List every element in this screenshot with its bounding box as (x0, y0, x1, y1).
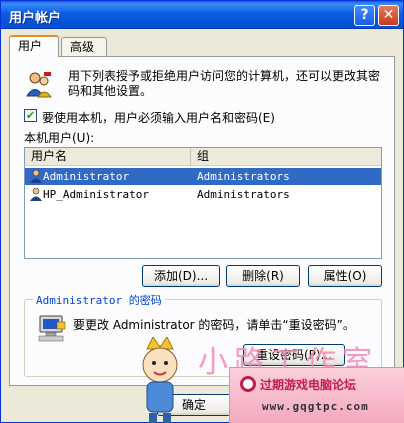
row-group: Administrators (197, 170, 290, 183)
list-header: 用户名 组 (25, 148, 381, 166)
row-group: Administrators (197, 188, 290, 201)
remove-user-button[interactable]: 删除(R) (226, 265, 300, 287)
tab-advanced[interactable]: 高级 (61, 37, 107, 57)
watermark-url: www.gqgtpc.com (262, 400, 369, 413)
computer-icon (38, 315, 66, 342)
users-list-label: 本机用户(U): (24, 131, 95, 145)
table-row[interactable]: Administrator Administrators (25, 168, 381, 185)
close-icon[interactable]: ✕ (378, 5, 399, 26)
user-icon (30, 187, 42, 201)
password-instruction: 要更改 Administrator 的密码，请单击“重设密码”。 (73, 318, 355, 332)
properties-button[interactable]: 属性(O) (308, 265, 382, 287)
intro-text: 用下列表授予或拒绝用户访问您的计算机，还可以更改其密码和其他设置。 (68, 69, 381, 98)
users-listview[interactable]: 用户名 组 Administrator Administrators HP_Ad… (24, 147, 382, 259)
column-header-group[interactable]: 组 (191, 148, 381, 166)
watermark-banner: 过期游戏电脑论坛 www.gqgtpc.com (229, 367, 404, 423)
tab-users[interactable]: 用户 (9, 35, 59, 57)
window-title: 用户帐户 (9, 11, 62, 26)
table-row[interactable]: HP_Administrator Administrators (25, 186, 381, 203)
column-header-username[interactable]: 用户名 (25, 148, 191, 166)
watermark-cartoon (142, 337, 178, 423)
user-icon (30, 169, 42, 183)
user-accounts-window: 用户帐户 ? ✕ 用户 高级 用下列表授予或拒绝用户访问您的计算机，还可以更改其… (0, 0, 404, 423)
watermark-forum-name: 过期游戏电脑论坛 (260, 378, 357, 392)
row-username: HP_Administrator (43, 188, 149, 201)
row-username: Administrator (43, 170, 130, 183)
require-login-label: 要使用本机，用户必须输入用户名和密码(E) (42, 111, 275, 125)
password-group-title: Administrator 的密码 (33, 292, 165, 308)
forum-logo-icon (240, 376, 256, 392)
users-icon (26, 72, 52, 98)
title-bar[interactable]: 用户帐户 ? ✕ (1, 1, 403, 29)
add-user-button[interactable]: 添加(D)... (142, 265, 220, 287)
checkmark-icon[interactable]: ✔ (24, 109, 37, 122)
help-icon[interactable]: ? (354, 5, 375, 26)
